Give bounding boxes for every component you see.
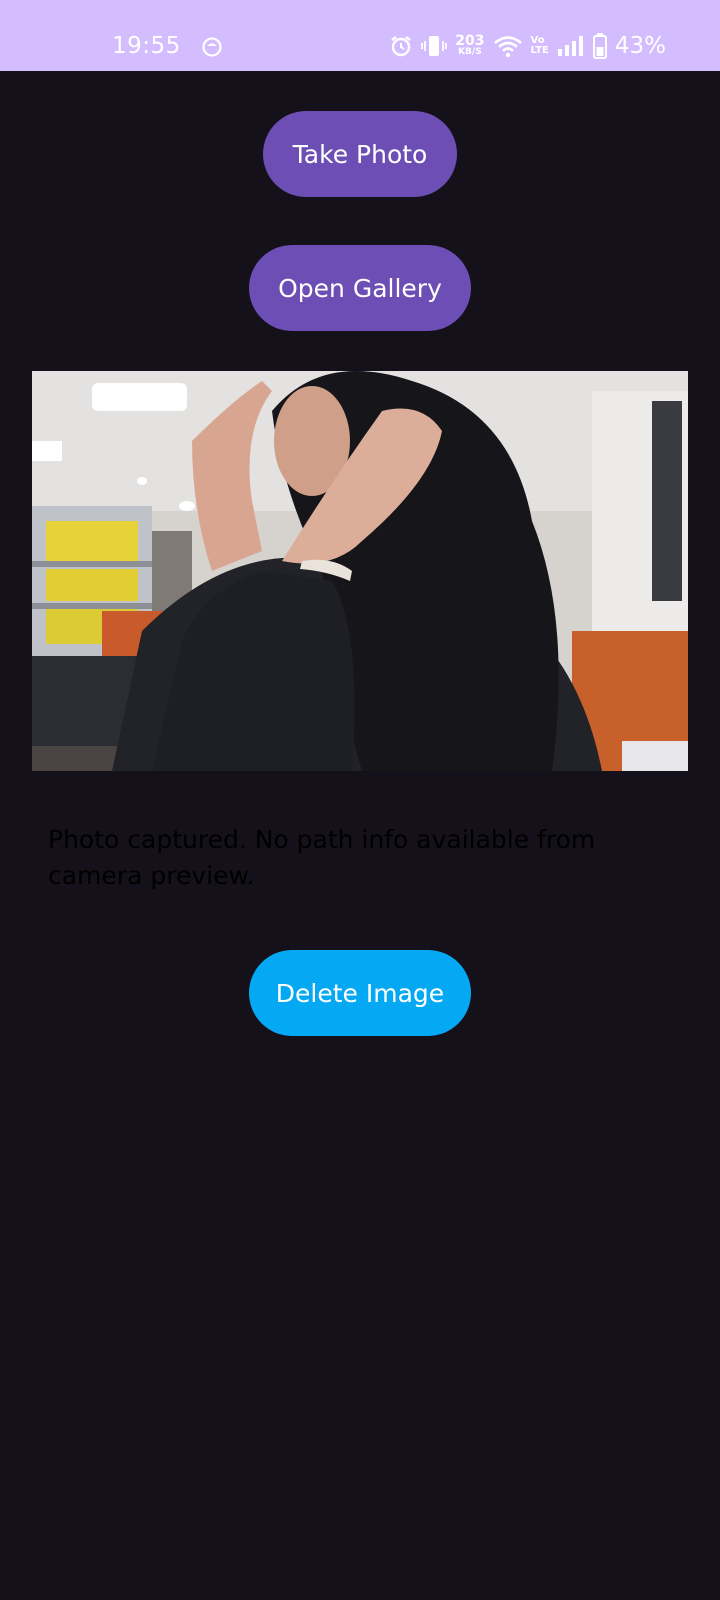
open-gallery-button[interactable]: Open Gallery [249,245,471,331]
battery-percent: 43% [614,33,666,59]
take-photo-button[interactable]: Take Photo [263,111,457,197]
status-time: 19:55 [112,33,181,59]
battery-icon [592,33,607,59]
net-speed: 203 KB/S [455,34,484,57]
captured-photo [32,371,688,771]
alarm-icon [389,34,413,58]
status-bar: 19:55 203 KB/S Vo LTE 43% [0,0,720,71]
volte-bottom: LTE [530,45,549,56]
photo-status-message: Photo captured. No path info available f… [48,825,596,890]
net-speed-unit: KB/S [458,47,482,57]
vibrate-icon [421,34,448,58]
delete-image-button[interactable]: Delete Image [249,950,471,1036]
signal-icon [557,35,585,57]
status-icons: 203 KB/S Vo LTE 43% [389,31,666,61]
wifi-icon [493,34,523,58]
volte-indicator: Vo LTE [531,36,549,56]
app-notification-icon [202,37,222,57]
